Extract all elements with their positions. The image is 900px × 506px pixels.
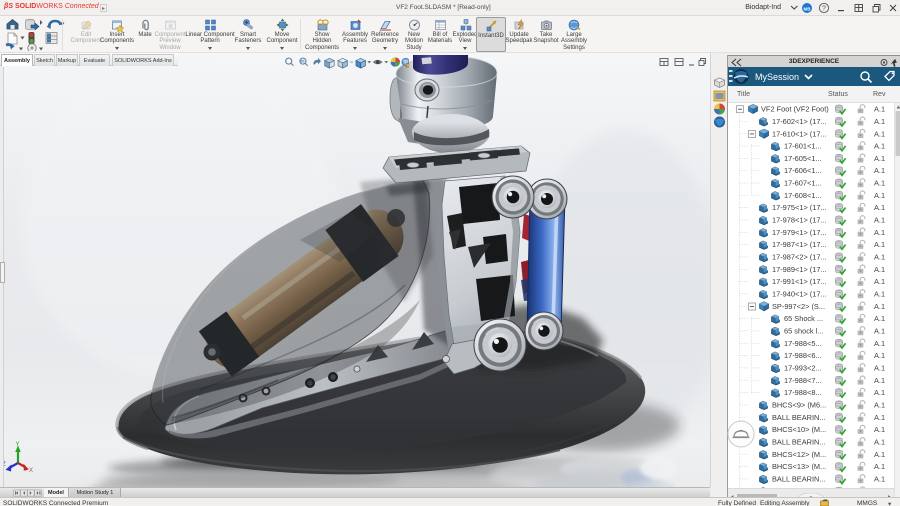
svg-text:A.1: A.1: [874, 216, 885, 225]
svg-text:17-608<1...: 17-608<1...: [784, 191, 822, 200]
svg-text:A.1: A.1: [874, 450, 885, 459]
svg-text:17-601<1...: 17-601<1...: [784, 142, 822, 151]
svg-text:SP-997<2> (S...: SP-997<2> (S...: [772, 302, 825, 311]
svg-text:17-988<6...: 17-988<6...: [784, 351, 822, 360]
svg-text:17-989<1> (17...: 17-989<1> (17...: [772, 265, 827, 274]
svg-text:A.1: A.1: [874, 401, 885, 410]
svg-text:A.1: A.1: [874, 166, 885, 175]
svg-text:A.1: A.1: [874, 117, 885, 126]
svg-text:17-605<1...: 17-605<1...: [784, 154, 822, 163]
svg-text:BALL BEARIN...: BALL BEARIN...: [772, 413, 826, 422]
svg-text:17-987<1> (17...: 17-987<1> (17...: [772, 240, 827, 249]
svg-text:BALL BEARIN...: BALL BEARIN...: [772, 438, 826, 447]
svg-text:?: ?: [822, 6, 826, 13]
svg-text:17-993<2...: 17-993<2...: [784, 364, 822, 373]
svg-text:A.1: A.1: [874, 462, 885, 471]
svg-text:A.1: A.1: [874, 253, 885, 262]
svg-text:65 shock l...: 65 shock l...: [784, 327, 823, 336]
svg-text:A.1: A.1: [874, 327, 885, 336]
svg-text:A.1: A.1: [874, 364, 885, 373]
svg-text:A.1: A.1: [874, 228, 885, 237]
svg-text:17-988<5...: 17-988<5...: [784, 339, 822, 348]
svg-text:17-610<1> (17...: 17-610<1> (17...: [772, 129, 827, 138]
svg-text:A.1: A.1: [874, 105, 885, 114]
svg-text:17-991<1> (17...: 17-991<1> (17...: [772, 277, 827, 286]
svg-text:17-987<2> (17...: 17-987<2> (17...: [772, 253, 827, 262]
svg-text:17-940<1> (17...: 17-940<1> (17...: [772, 290, 827, 299]
svg-text:BHCS<10> (M...: BHCS<10> (M...: [772, 425, 826, 434]
svg-text:A.1: A.1: [874, 339, 885, 348]
svg-text:17-988<7...: 17-988<7...: [784, 376, 822, 385]
svg-text:17-602<1> (17...: 17-602<1> (17...: [772, 117, 827, 126]
svg-text:17-975<1> (17...: 17-975<1> (17...: [772, 203, 827, 212]
svg-text:BALL BEARIN...: BALL BEARIN...: [772, 475, 826, 484]
svg-text:MB: MB: [804, 6, 812, 11]
svg-text:A.1: A.1: [874, 388, 885, 397]
svg-text:A.1: A.1: [874, 277, 885, 286]
svg-text:A.1: A.1: [874, 314, 885, 323]
svg-text:A.1: A.1: [874, 290, 885, 299]
svg-text:A.1: A.1: [874, 438, 885, 447]
svg-text:17-979<1> (17...: 17-979<1> (17...: [772, 228, 827, 237]
svg-text:17-607<1...: 17-607<1...: [784, 179, 822, 188]
svg-text:A.1: A.1: [874, 154, 885, 163]
svg-text:A.1: A.1: [874, 240, 885, 249]
svg-text:A.1: A.1: [874, 302, 885, 311]
svg-text:17-988<8...: 17-988<8...: [784, 388, 822, 397]
svg-text:A.1: A.1: [874, 203, 885, 212]
svg-text:A.1: A.1: [874, 475, 885, 484]
svg-text:A.1: A.1: [874, 129, 885, 138]
svg-text:BHCS<13> (M...: BHCS<13> (M...: [772, 462, 826, 471]
svg-text:65 Shock ...: 65 Shock ...: [784, 314, 823, 323]
svg-text:Y: Y: [16, 442, 20, 448]
svg-text:VF2 Foot (VF2 Foot): VF2 Foot (VF2 Foot): [761, 105, 829, 114]
svg-text:A.1: A.1: [874, 351, 885, 360]
svg-text:X: X: [29, 468, 33, 474]
svg-text:BHCS<9> (M6...: BHCS<9> (M6...: [772, 401, 826, 410]
svg-text:A.1: A.1: [874, 413, 885, 422]
svg-text:A.1: A.1: [874, 179, 885, 188]
svg-text:17-606<1...: 17-606<1...: [784, 166, 822, 175]
svg-text:17-978<1> (17...: 17-978<1> (17...: [772, 216, 827, 225]
svg-text:A.1: A.1: [874, 191, 885, 200]
svg-text:A.1: A.1: [874, 376, 885, 385]
svg-text:A.1: A.1: [874, 265, 885, 274]
svg-text:A.1: A.1: [874, 142, 885, 151]
svg-text:BHCS<12> (M...: BHCS<12> (M...: [772, 450, 826, 459]
svg-text:MySession: MySession: [755, 72, 799, 82]
svg-text:A.1: A.1: [874, 425, 885, 434]
